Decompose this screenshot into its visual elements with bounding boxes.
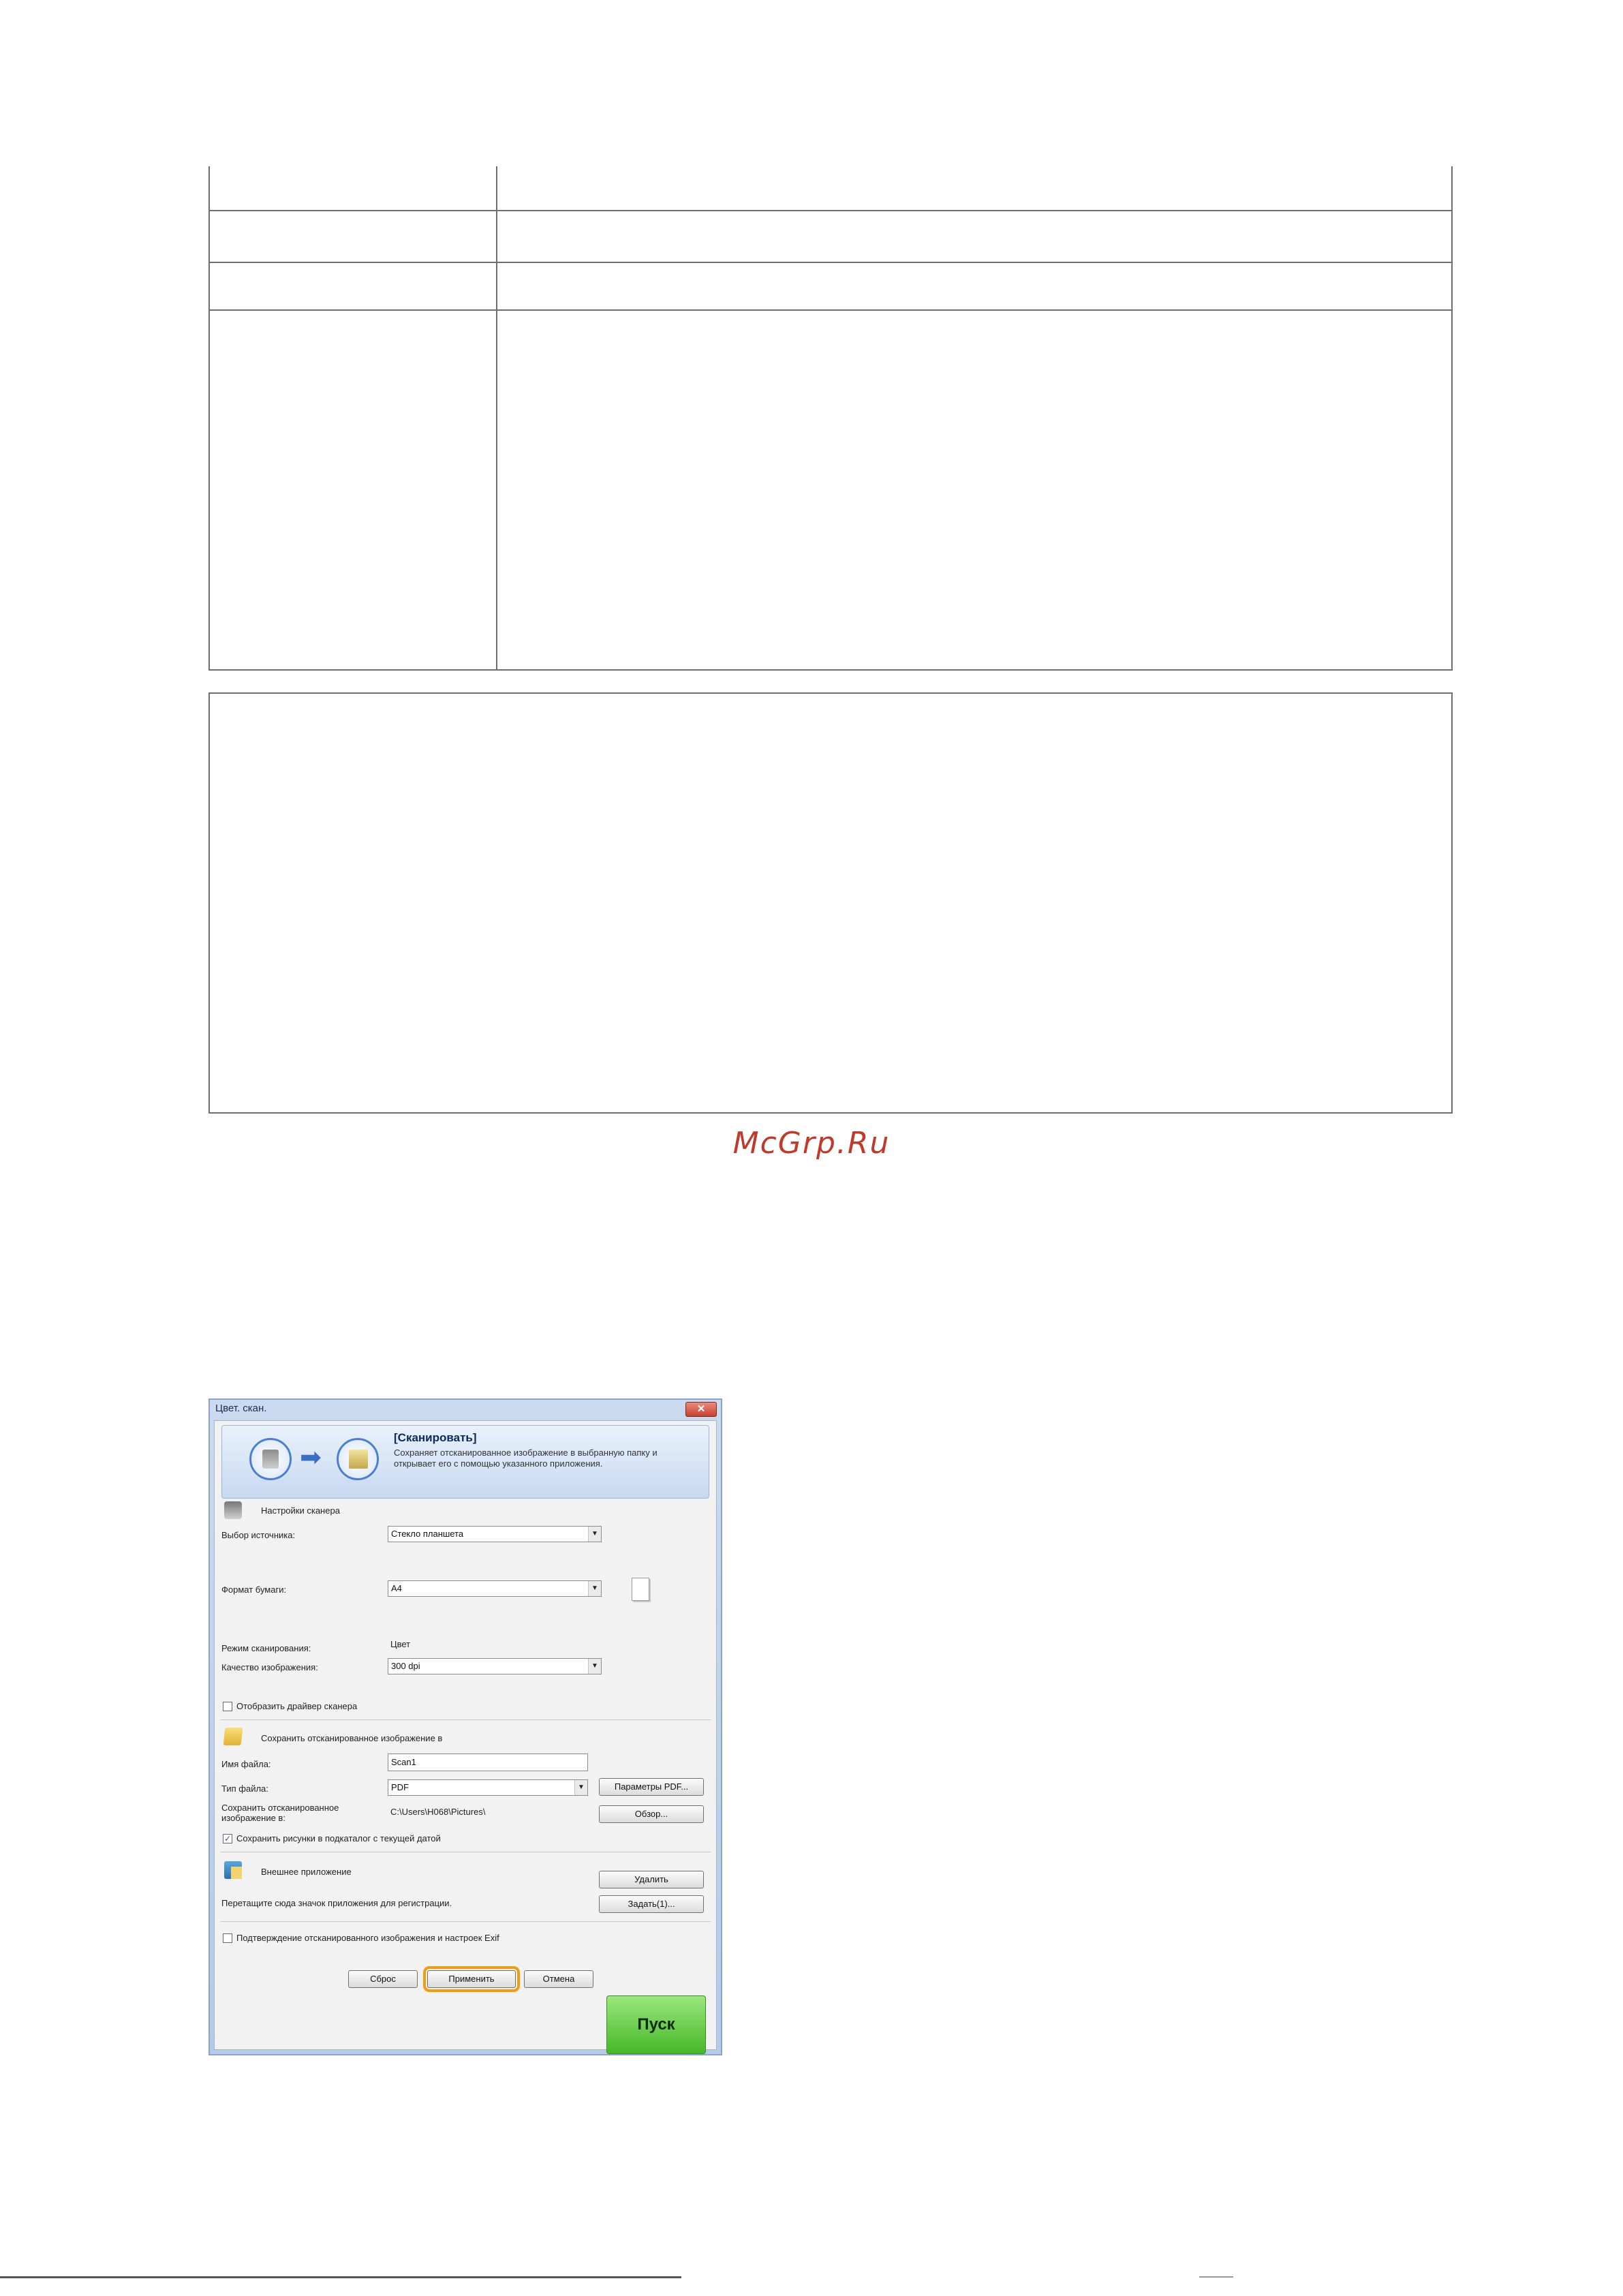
chevron-down-icon: ▼	[588, 1659, 601, 1674]
external-app-heading: Внешнее приложение	[261, 1867, 352, 1877]
application-icon	[337, 1438, 379, 1480]
footer-rule	[0, 2276, 681, 2278]
settings-table	[208, 166, 1453, 671]
folder-icon	[223, 1728, 243, 1745]
filename-input[interactable]: Scan1	[388, 1754, 588, 1771]
table-row-divider	[210, 309, 1451, 311]
scanner-settings-icon	[224, 1501, 242, 1519]
footer-mark	[1199, 2268, 1233, 2278]
filetype-label: Тип файла:	[221, 1784, 268, 1794]
paper-size-label: Формат бумаги:	[221, 1585, 287, 1595]
delete-app-button[interactable]: Удалить	[599, 1871, 704, 1888]
cancel-button[interactable]: Отмена	[524, 1970, 593, 1988]
apply-button[interactable]: Применить	[423, 1966, 520, 1992]
filename-label: Имя файла:	[221, 1759, 271, 1769]
scanner-settings-heading: Настройки сканера	[261, 1505, 340, 1516]
confirm-exif-label: Подтверждение отсканированного изображен…	[236, 1933, 499, 1943]
dialog-title: Цвет. скан.	[215, 1403, 267, 1414]
color-scan-dialog: Цвет. скан. ✕ ➡ [Сканировать] Сохраняет …	[208, 1398, 722, 2055]
scan-mode-value: Цвет	[390, 1639, 411, 1649]
pdf-params-button[interactable]: Параметры PDF...	[599, 1778, 704, 1796]
table-column-divider	[496, 166, 497, 669]
start-button[interactable]: Пуск	[606, 1995, 706, 2054]
banner-description: Сохраняет отсканированное изображение в …	[394, 1448, 658, 1469]
page-orientation-icon	[632, 1578, 649, 1601]
reset-button[interactable]: Сброс	[348, 1970, 418, 1988]
section-divider	[220, 1719, 711, 1720]
chevron-down-icon: ▼	[588, 1581, 601, 1596]
save-to-label: Сохранить отсканированное изображение в:	[221, 1803, 339, 1823]
filetype-value: PDF	[391, 1782, 409, 1792]
table-row-divider	[210, 262, 1451, 263]
banner-title: [Сканировать]	[394, 1431, 477, 1444]
filetype-select[interactable]: PDF ▼	[388, 1779, 588, 1796]
section-divider	[220, 1921, 711, 1922]
action-banner: ➡ [Сканировать] Сохраняет отсканированно…	[221, 1425, 709, 1499]
drag-hint-text: Перетащите сюда значок приложения для ре…	[221, 1898, 452, 1908]
save-settings-heading: Сохранить отсканированное изображение в	[261, 1733, 443, 1743]
scan-mode-label: Режим сканирования:	[221, 1643, 311, 1653]
image-quality-value: 300 dpi	[391, 1661, 420, 1671]
paper-size-value: A4	[391, 1583, 402, 1593]
image-quality-label: Качество изображения:	[221, 1662, 318, 1672]
watermark-text: McGrp.Ru	[732, 1126, 891, 1161]
dialog-titlebar: Цвет. скан. ✕	[210, 1400, 721, 1419]
confirm-exif-checkbox[interactable]	[223, 1933, 232, 1943]
dialog-client-area: ➡ [Сканировать] Сохраняет отсканированно…	[214, 1420, 717, 2050]
note-box	[208, 692, 1453, 1114]
show-driver-label: Отобразить драйвер сканера	[236, 1701, 358, 1711]
table-row-divider	[210, 210, 1451, 211]
chevron-down-icon: ▼	[588, 1527, 601, 1542]
show-driver-checkbox[interactable]	[223, 1702, 232, 1711]
source-value: Стекло планшета	[391, 1529, 464, 1539]
subfolder-checkbox[interactable]: ✓	[223, 1834, 232, 1843]
set-app-button[interactable]: Задать(1)...	[599, 1895, 704, 1913]
source-label: Выбор источника:	[221, 1530, 296, 1540]
external-app-icon	[224, 1861, 242, 1879]
source-select[interactable]: Стекло планшета ▼	[388, 1526, 602, 1542]
save-to-path: C:\Users\H068\Pictures\	[390, 1807, 486, 1817]
browse-button[interactable]: Обзор...	[599, 1805, 704, 1823]
chevron-down-icon: ▼	[574, 1780, 587, 1795]
subfolder-label: Сохранить рисунки в подкаталог с текущей…	[236, 1833, 441, 1843]
scanner-icon	[249, 1438, 292, 1480]
close-icon: ✕	[696, 1403, 706, 1415]
close-button[interactable]: ✕	[685, 1402, 717, 1417]
image-quality-select[interactable]: 300 dpi ▼	[388, 1658, 602, 1674]
paper-size-select[interactable]: A4 ▼	[388, 1580, 602, 1597]
arrow-right-icon: ➡	[300, 1443, 322, 1472]
